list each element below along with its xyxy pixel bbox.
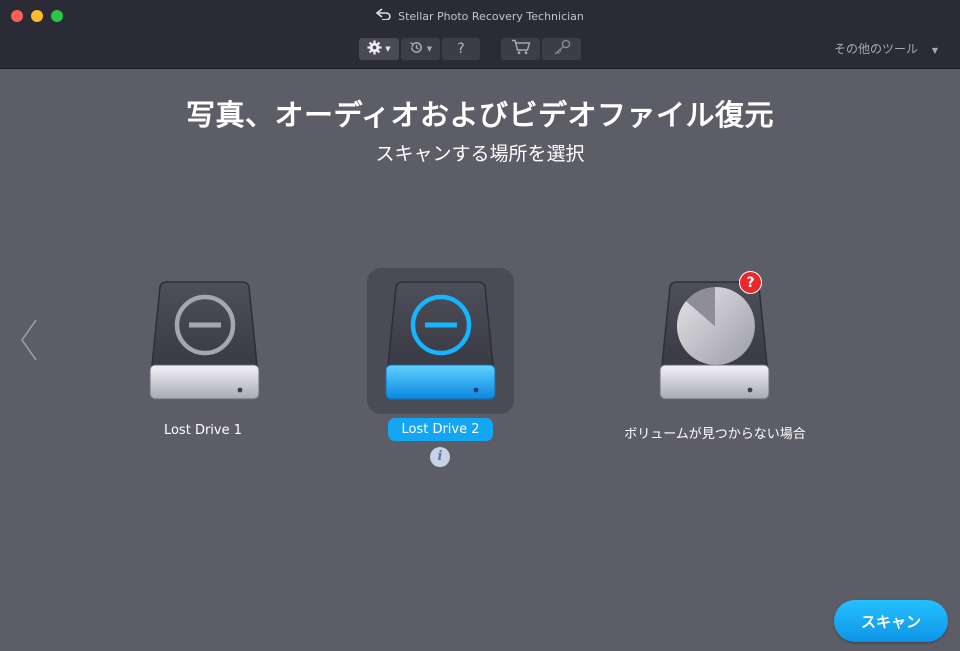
history-icon xyxy=(409,40,424,59)
help-button[interactable]: ? xyxy=(442,38,480,60)
page-title: 写真、オーディオおよびビデオファイル復元 xyxy=(186,98,774,132)
missing-volume-drive-icon xyxy=(658,281,771,407)
other-tools-menu[interactable]: その他のツール ▼ xyxy=(834,40,938,57)
chevron-down-icon: ▼ xyxy=(931,46,938,55)
undo-arrow-icon[interactable] xyxy=(375,8,392,24)
other-tools-label: その他のツール xyxy=(834,42,919,56)
drive-label: Lost Drive 1 xyxy=(163,423,243,438)
question-icon: ? xyxy=(457,41,465,57)
toolbar: ▼ ▼ ? その他のツール ▼ xyxy=(0,32,960,69)
title-bar: Stellar Photo Recovery Technician xyxy=(0,0,960,32)
window-title-text: Stellar Photo Recovery Technician xyxy=(398,9,584,23)
drive-label: ボリュームが見つからない場合 xyxy=(624,427,806,442)
lost-drive-icon xyxy=(384,281,497,407)
key-icon xyxy=(553,39,571,59)
page-subtitle: スキャンする場所を選択 xyxy=(375,143,585,165)
history-button[interactable]: ▼ xyxy=(401,38,440,60)
window-title: Stellar Photo Recovery Technician xyxy=(0,0,960,32)
drive-label-selected: Lost Drive 2 xyxy=(388,418,493,441)
chevron-down-icon: ▼ xyxy=(385,45,391,53)
gear-icon xyxy=(367,39,382,59)
question-badge-icon: ? xyxy=(739,271,762,294)
info-icon[interactable]: i xyxy=(430,447,450,467)
cart-button[interactable] xyxy=(501,38,540,60)
chevron-down-icon: ▼ xyxy=(426,45,433,53)
lost-drive-icon xyxy=(148,281,261,407)
app-window: Stellar Photo Recovery Technician ▼ ▼ ? … xyxy=(0,0,960,651)
settings-button[interactable]: ▼ xyxy=(359,38,399,60)
activate-button[interactable] xyxy=(542,38,581,60)
previous-arrow-icon[interactable] xyxy=(18,318,42,362)
scan-button[interactable]: スキャン xyxy=(834,600,948,642)
cart-icon xyxy=(511,39,531,59)
